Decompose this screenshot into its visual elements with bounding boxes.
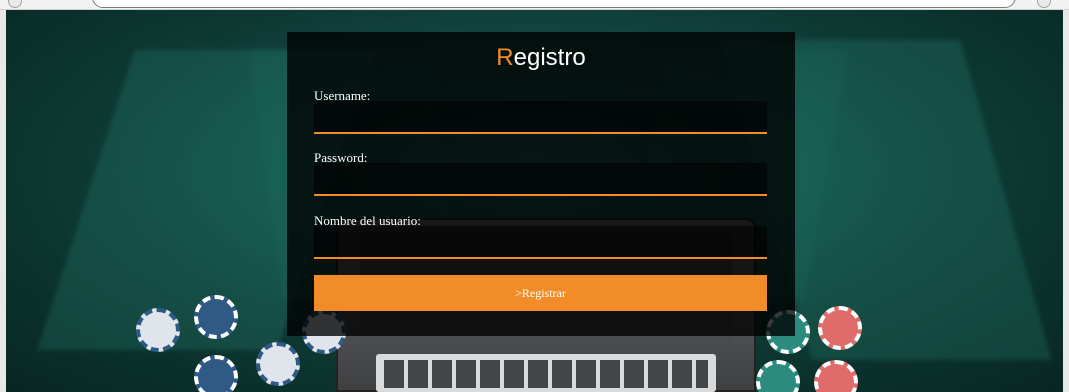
address-bar[interactable] [92, 0, 1016, 8]
registrar-button[interactable]: >Registrar [314, 275, 767, 311]
form-title-accent: R [496, 44, 514, 71]
poker-chip-icon [814, 360, 858, 392]
registration-form: Registro Username: Password: Nombre del … [287, 32, 795, 336]
nombre-usuario-input[interactable] [314, 226, 767, 259]
poker-chip-icon [256, 342, 300, 386]
poker-chip-icon [818, 306, 862, 350]
form-title-text: egistro [513, 44, 586, 71]
password-input[interactable] [314, 163, 767, 196]
poker-chip-icon [136, 308, 180, 352]
laptop-keyboard [376, 354, 716, 392]
browser-profile-icon[interactable] [1037, 0, 1051, 8]
form-title: Registro [287, 44, 795, 72]
poker-chip-icon [194, 355, 238, 392]
poker-chip-icon [756, 360, 800, 392]
window-frame-right [1063, 10, 1069, 392]
browser-toolbar [0, 0, 1069, 10]
poker-chip-icon [194, 295, 238, 339]
browser-nav-icon[interactable] [8, 0, 22, 8]
username-input[interactable] [314, 101, 767, 134]
